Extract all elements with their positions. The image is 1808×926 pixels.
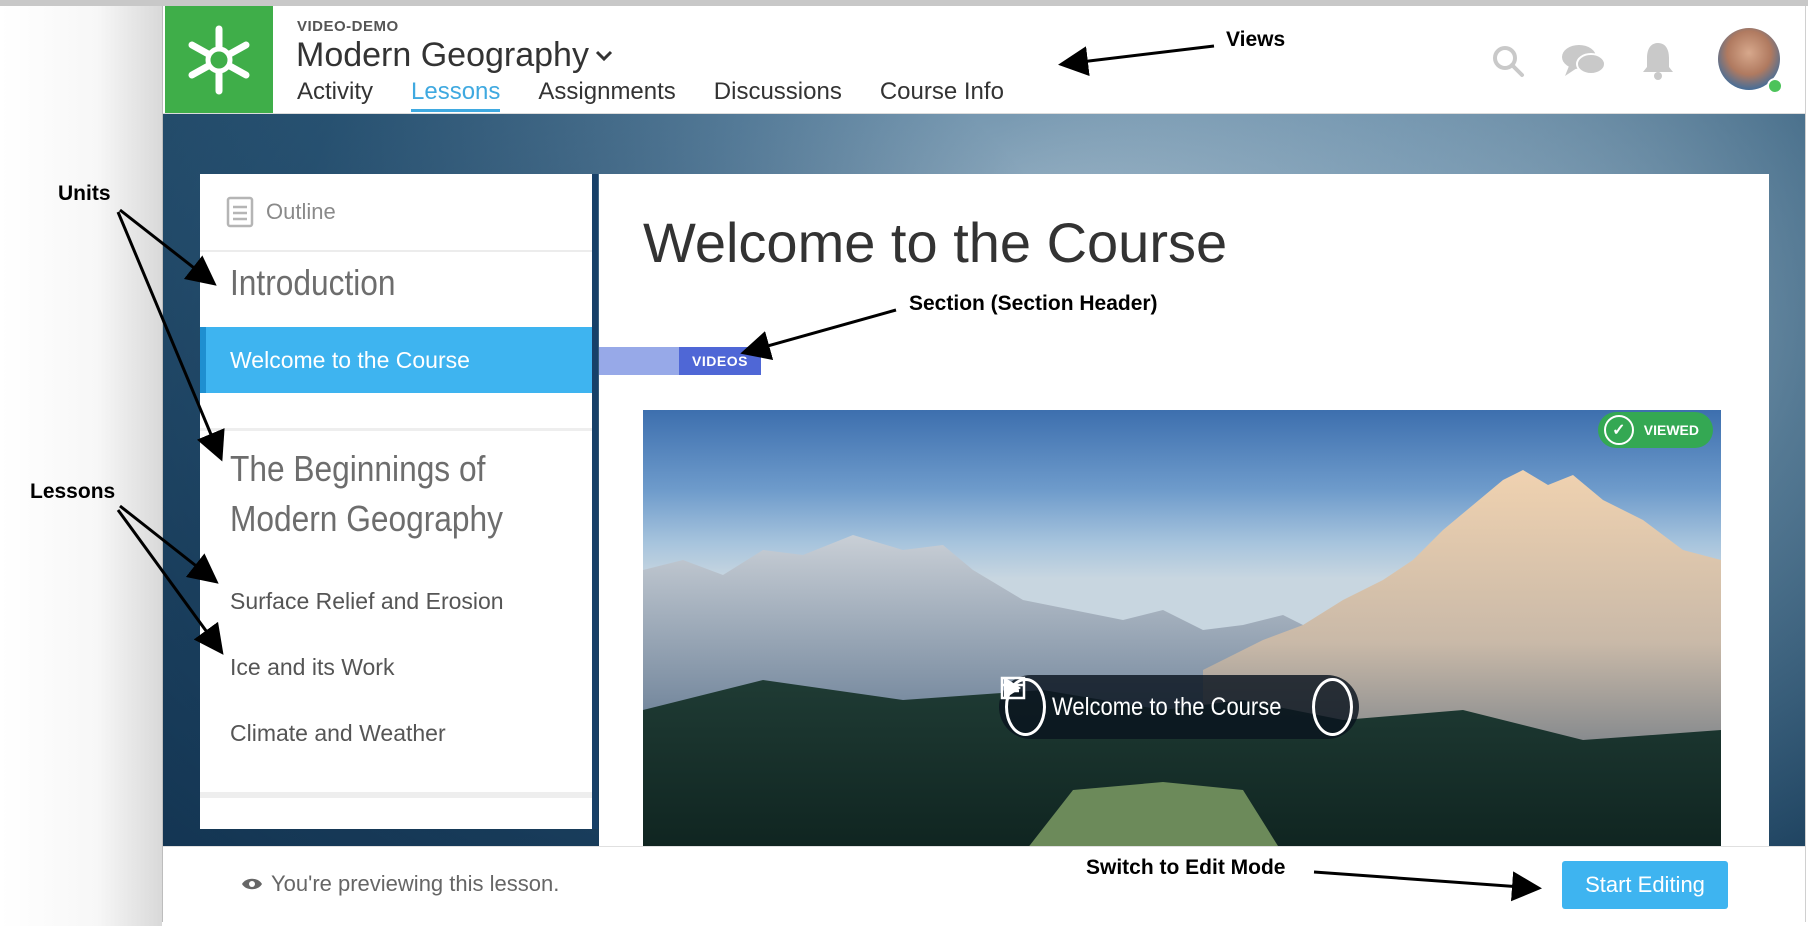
arrow-section <box>740 308 897 360</box>
arrow-views <box>1058 44 1215 77</box>
arrow-lessons-ice <box>116 509 224 655</box>
arrow-edit-mode <box>1313 870 1542 902</box>
arrow-lessons-surface <box>119 504 219 584</box>
annotation-arrows <box>116 44 1542 902</box>
